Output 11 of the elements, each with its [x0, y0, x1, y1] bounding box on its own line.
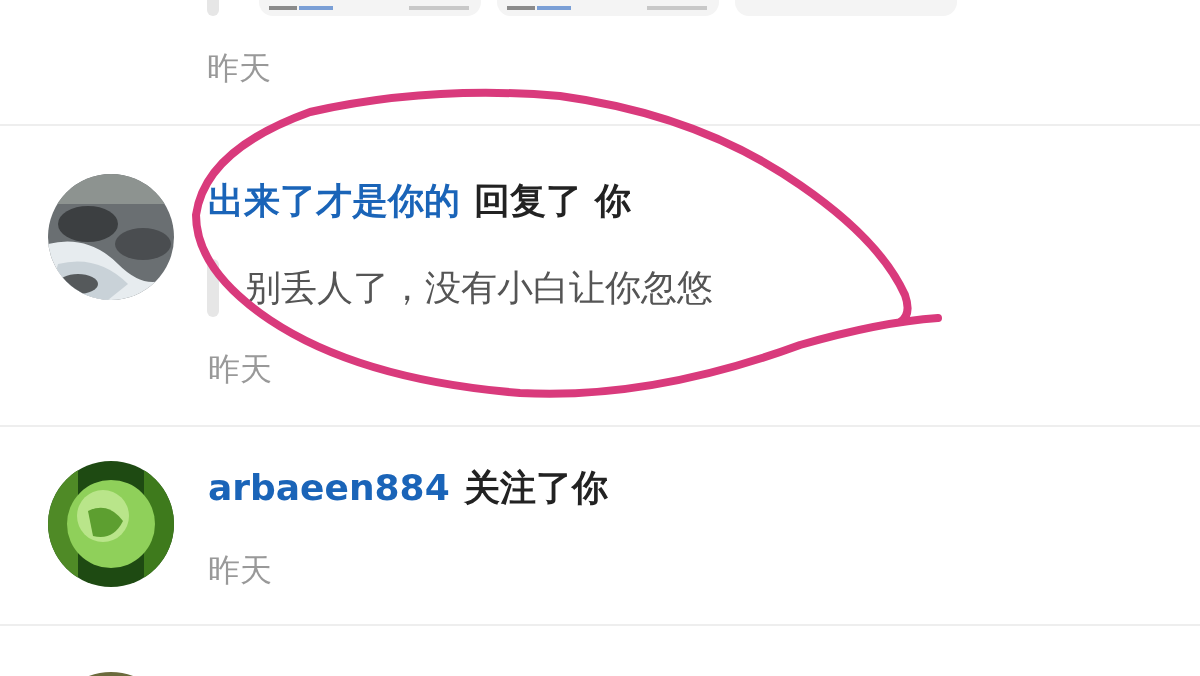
- notification-time: 昨天: [208, 550, 273, 591]
- image-thumbnail[interactable]: [497, 0, 719, 16]
- quote-bar: [207, 0, 219, 16]
- notification-time: 昨天: [208, 349, 273, 390]
- image-thumbnail[interactable]: [259, 0, 481, 16]
- notification-action: 回复了 你: [474, 179, 631, 223]
- notification-time: 昨天: [207, 48, 272, 89]
- notification-action: 关注了你: [463, 466, 608, 510]
- reply-text: 别丢人了，没有小白让你忽悠: [245, 265, 713, 310]
- user-name[interactable]: arbaeen884: [208, 464, 450, 512]
- user-name[interactable]: 出来了才是你的: [208, 177, 460, 225]
